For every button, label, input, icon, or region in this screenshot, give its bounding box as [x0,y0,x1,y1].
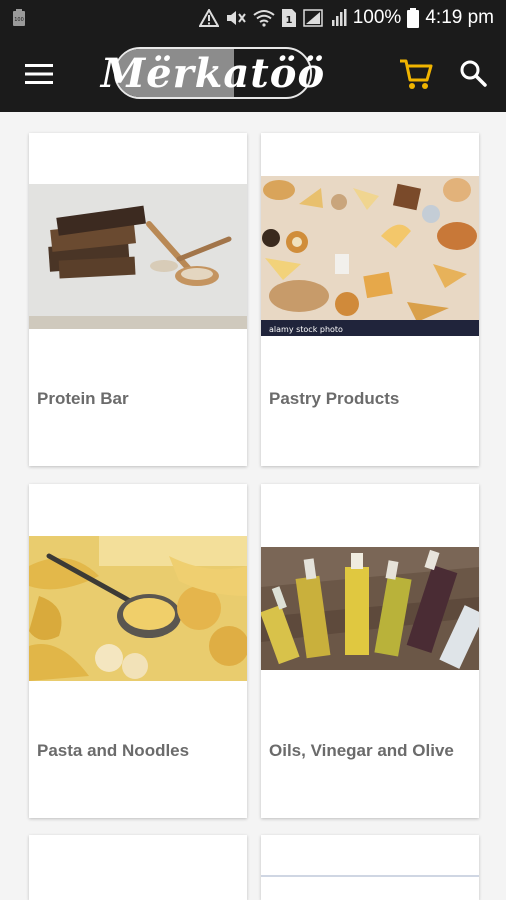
signal-icon [302,9,323,27]
brand-name: Mërkatöö [100,49,326,97]
category-card-pasta-noodles[interactable]: Pasta and Noodles [29,484,247,818]
sim-icon: 1 [281,9,296,27]
svg-text:100: 100 [14,17,24,23]
brand-logo: Mërkatöö [100,44,326,102]
search-icon[interactable] [458,58,488,88]
warning-icon [198,9,219,27]
app-bar: Mërkatöö [0,36,506,112]
status-bar: 100 1 100% 4:19 pm [0,0,506,36]
category-card-partial-left[interactable] [29,835,247,900]
clock: 4:19 pm [425,7,494,28]
category-card-oils-vinegar-olive[interactable]: Oils, Vinegar and Olive [261,484,479,818]
menu-icon[interactable] [24,60,54,88]
category-grid: Protein Bar alamy stock photo Pastry Pro… [0,112,506,900]
battery-percent: 100% [352,7,402,28]
category-label: Pastry Products [269,389,400,408]
category-label: Protein Bar [37,389,129,408]
signal-bars-icon [331,9,347,26]
card-image-edge [261,875,479,877]
battery-saver-icon: 100 [13,9,25,26]
battery-icon [407,8,420,28]
svg-text:1: 1 [285,15,292,26]
pasta-noodles-image [29,536,247,681]
alamy-watermark-text: alamy stock photo [269,325,343,334]
category-label: Pasta and Noodles [37,741,190,760]
status-icons: 1 100% 4:19 pm [198,0,494,36]
category-card-partial-right[interactable] [261,835,479,900]
category-label: Oils, Vinegar and Olive [269,741,454,760]
oils-vinegar-olive-image [261,547,479,670]
category-card-pastry-products[interactable]: alamy stock photo Pastry Products [261,133,479,466]
category-card-protein-bar[interactable]: Protein Bar [29,133,247,466]
wifi-icon [253,10,275,27]
mute-icon [226,11,246,25]
pastry-products-image: alamy stock photo [261,176,479,336]
cart-icon[interactable] [398,56,434,92]
protein-bar-image [29,184,247,329]
